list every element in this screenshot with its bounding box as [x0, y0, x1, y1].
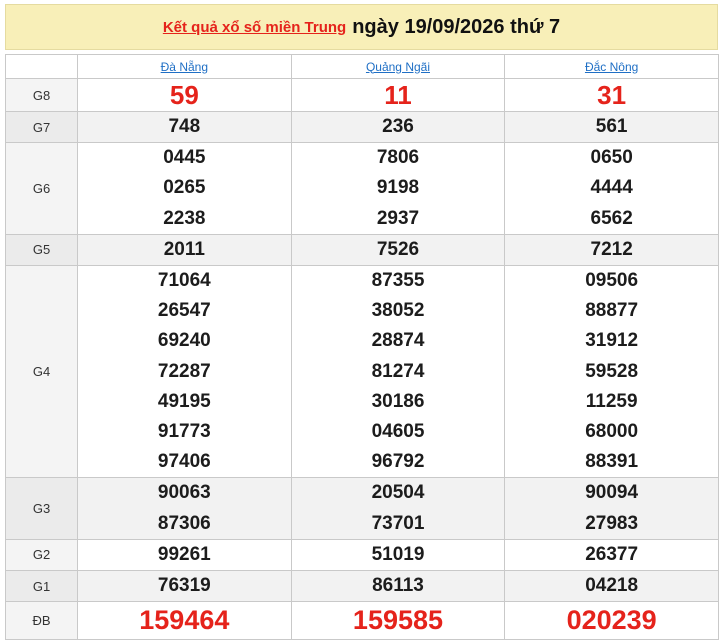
results-table: Đà Nẵng Quảng Ngãi Đắc Nông G8 59 11 31 …: [5, 54, 719, 641]
prize-number: 7526: [376, 238, 420, 260]
prize-number: 2238: [163, 207, 206, 229]
prize-number: 86113: [372, 575, 424, 597]
prize-number: 20504: [371, 482, 425, 504]
prize-number: 26377: [585, 543, 639, 565]
corner-cell: [5, 54, 78, 79]
prize-row-special: ĐB 159464 159585 020239: [5, 601, 719, 641]
prize-number: 30186: [371, 390, 425, 412]
prize-number: 0445: [163, 147, 206, 169]
prize-number: 11259: [585, 390, 638, 412]
prize-number: 6562: [590, 207, 633, 229]
prize-number: 7806: [376, 147, 420, 169]
prize-number: 59: [169, 80, 199, 110]
prize-number: 72287: [157, 360, 211, 382]
prize-label: G8: [5, 78, 78, 112]
prize-number: 87306: [157, 512, 211, 534]
prize-number: 748: [168, 116, 201, 137]
region-results-link[interactable]: Kết quả xổ số miền Trung: [163, 19, 346, 36]
prize-number: 88391: [585, 451, 639, 473]
prize-number: 04605: [371, 421, 425, 443]
prize-label: G3: [5, 477, 78, 540]
prize-number: 96792: [371, 451, 425, 473]
prize-number: 28874: [371, 330, 425, 352]
prize-number: 0650: [590, 147, 633, 169]
prize-row-g1: G1 76319 86113 04218: [5, 570, 719, 603]
prize-number: 71064: [157, 270, 211, 292]
special-prize-number: 020239: [566, 605, 657, 636]
prize-number: 90063: [157, 482, 211, 504]
prize-number: 59528: [585, 360, 639, 382]
prize-number: 236: [382, 116, 414, 137]
prize-number: 91773: [157, 421, 211, 443]
prize-label: G6: [5, 142, 78, 235]
draw-date-title: ngày 19/09/2026 thứ 7: [352, 15, 561, 38]
prize-row-g6: G6 0445 0265 2238 7806 9198 2937 0650 44…: [5, 142, 719, 235]
prize-row-g3: G3 90063 87306 20504 73701 90094 27983: [5, 477, 719, 540]
prize-label: G7: [5, 110, 78, 144]
prize-number: 88877: [585, 300, 639, 322]
prize-number: 4444: [590, 177, 633, 199]
prize-number: 87355: [371, 270, 425, 292]
prize-number: 11: [384, 80, 412, 110]
prize-number: 9198: [376, 177, 420, 199]
prize-label: G5: [5, 233, 78, 267]
special-prize-number: 159464: [139, 605, 230, 636]
prize-row-g7: G7 748 236 561: [5, 110, 719, 144]
prize-number: 0265: [163, 177, 206, 199]
prize-row-g2: G2 99261 51019 26377: [5, 538, 719, 572]
lottery-results-page: Kết quả xổ số miền Trung ngày 19/09/2026…: [0, 0, 720, 643]
prize-number: 51019: [371, 543, 425, 565]
prize-label: ĐB: [5, 601, 78, 641]
province-header-row: Đà Nẵng Quảng Ngãi Đắc Nông: [5, 54, 719, 79]
province-link-dac-nong[interactable]: Đắc Nông: [585, 60, 638, 74]
prize-label: G4: [5, 265, 78, 479]
prize-label: G2: [5, 538, 78, 572]
prize-number: 99261: [157, 543, 211, 565]
prize-number: 97406: [157, 451, 211, 473]
prize-number: 09506: [585, 270, 639, 292]
prize-number: 2937: [376, 207, 420, 229]
province-link-quang-ngai[interactable]: Quảng Ngãi: [366, 60, 430, 74]
prize-number: 7212: [590, 238, 633, 260]
prize-number: 26547: [157, 300, 211, 322]
prize-number: 49195: [157, 390, 211, 412]
special-prize-number: 159585: [352, 605, 444, 636]
prize-number: 27983: [585, 512, 639, 534]
prize-number: 38052: [371, 300, 425, 322]
prize-number: 2011: [163, 238, 205, 260]
prize-number: 81274: [371, 360, 425, 382]
prize-row-g5: G5 2011 7526 7212: [5, 233, 719, 267]
results-header: Kết quả xổ số miền Trung ngày 19/09/2026…: [5, 4, 718, 50]
prize-label: G1: [5, 570, 78, 603]
prize-number: 73701: [371, 512, 425, 534]
prize-number: 31: [597, 80, 627, 110]
province-link-da-nang[interactable]: Đà Nẵng: [161, 60, 208, 74]
prize-number: 68000: [585, 421, 639, 443]
prize-row-g8: G8 59 11 31: [5, 78, 719, 112]
prize-row-g4: G4 71064 26547 69240 72287 49195 91773 9…: [5, 265, 719, 479]
prize-number: 561: [595, 116, 628, 137]
prize-number: 04218: [585, 575, 639, 597]
prize-number: 90094: [585, 482, 639, 504]
prize-number: 31912: [585, 330, 639, 352]
prize-number: 69240: [157, 330, 211, 352]
prize-number: 76319: [157, 575, 211, 597]
